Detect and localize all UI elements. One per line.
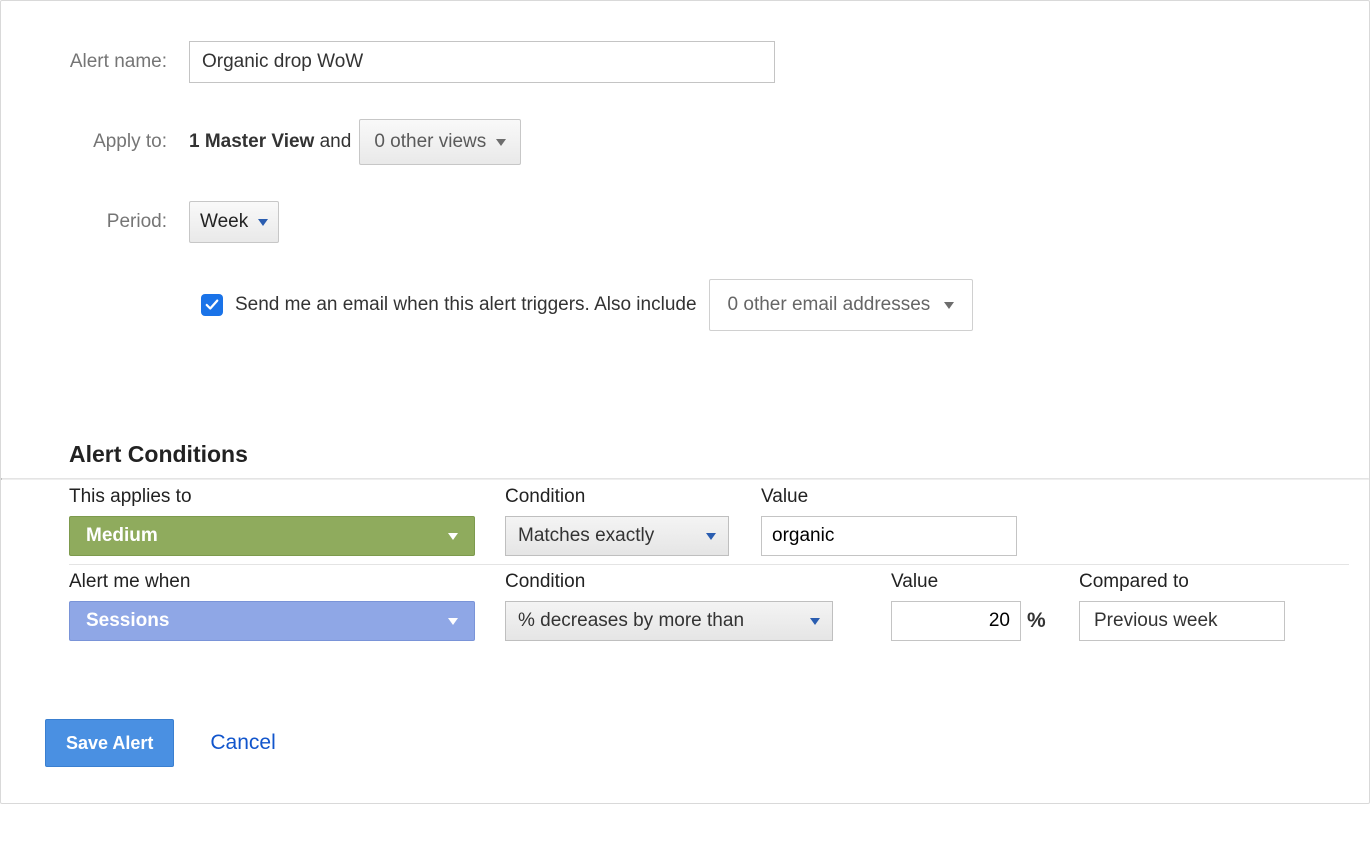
percent-symbol: % <box>1027 609 1046 633</box>
metric-condition-label: % decreases by more than <box>518 610 744 632</box>
condition-header-1: Condition <box>505 486 761 508</box>
label-apply-to: Apply to: <box>1 131 189 153</box>
chevron-down-icon <box>706 533 716 540</box>
label-period: Period: <box>1 211 189 233</box>
dimension-dropdown[interactable]: Medium <box>69 516 475 556</box>
chevron-down-icon <box>448 533 458 540</box>
value-header-1: Value <box>761 486 1023 508</box>
other-emails-dropdown[interactable]: 0 other email addresses <box>709 279 974 331</box>
compared-to-header: Compared to <box>1079 571 1299 593</box>
dimension-value-input[interactable] <box>761 516 1017 556</box>
period-dropdown-label: Week <box>200 211 248 233</box>
chevron-down-icon <box>496 139 506 146</box>
applies-to-header: This applies to <box>69 486 505 508</box>
save-alert-button[interactable]: Save Alert <box>45 719 174 767</box>
alert-conditions-title: Alert Conditions <box>69 441 1369 468</box>
period-dropdown[interactable]: Week <box>189 201 279 243</box>
alert-conditions-table: This applies to Medium Condition Matches… <box>69 480 1349 649</box>
dimension-condition-dropdown[interactable]: Matches exactly <box>505 516 729 556</box>
email-notify-label: Send me an email when this alert trigger… <box>235 294 697 316</box>
row-email-notify: Send me an email when this alert trigger… <box>201 279 1369 331</box>
condition-header-2: Condition <box>505 571 891 593</box>
alert-name-input[interactable] <box>189 41 775 83</box>
alert-when-header: Alert me when <box>69 571 505 593</box>
dimension-condition-label: Matches exactly <box>518 525 654 547</box>
cond-row-alert-when: Alert me when Sessions Condition % decre… <box>69 565 1349 649</box>
compared-to-label: Previous week <box>1094 610 1218 632</box>
chevron-down-icon <box>810 618 820 625</box>
chevron-down-icon <box>448 618 458 625</box>
compared-to-select[interactable]: Previous week <box>1079 601 1285 641</box>
cond-row-applies-to: This applies to Medium Condition Matches… <box>69 480 1349 565</box>
dimension-dropdown-label: Medium <box>86 525 158 547</box>
row-alert-name: Alert name: <box>1 41 1369 83</box>
cancel-link[interactable]: Cancel <box>210 731 275 755</box>
alert-panel: Alert name: Apply to: 1 Master View and … <box>0 0 1370 804</box>
apply-to-view-name: 1 Master View <box>189 131 314 152</box>
action-bar: Save Alert Cancel <box>45 719 1369 767</box>
value-header-2: Value <box>891 571 1079 593</box>
apply-to-and: and <box>320 131 352 152</box>
chevron-down-icon <box>258 219 268 226</box>
threshold-value-input[interactable] <box>891 601 1021 641</box>
metric-dropdown-label: Sessions <box>86 610 169 632</box>
metric-condition-dropdown[interactable]: % decreases by more than <box>505 601 833 641</box>
chevron-down-icon <box>944 302 954 309</box>
row-period: Period: Week <box>1 201 1369 243</box>
row-apply-to: Apply to: 1 Master View and 0 other view… <box>1 119 1369 165</box>
label-alert-name: Alert name: <box>1 51 189 73</box>
other-views-dropdown-label: 0 other views <box>374 131 486 153</box>
email-notify-checkbox[interactable] <box>201 294 223 316</box>
check-icon <box>205 298 219 312</box>
other-emails-dropdown-label: 0 other email addresses <box>728 294 931 316</box>
metric-dropdown[interactable]: Sessions <box>69 601 475 641</box>
other-views-dropdown[interactable]: 0 other views <box>359 119 521 165</box>
